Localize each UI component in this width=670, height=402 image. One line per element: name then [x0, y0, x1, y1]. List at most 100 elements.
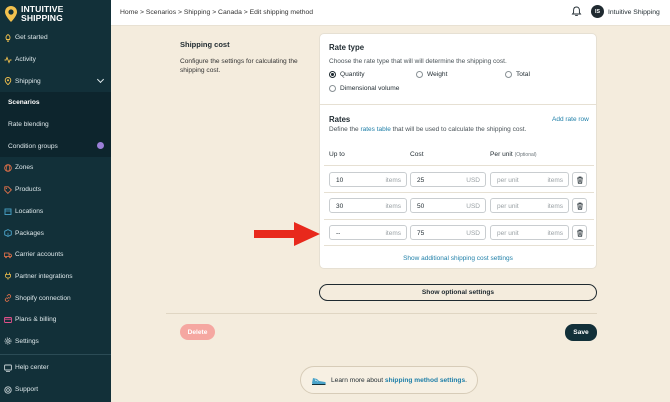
row-divider: [324, 165, 594, 166]
radio-dimensional-volume[interactable]: Dimensional volume: [329, 85, 399, 92]
delete-row-button[interactable]: [572, 225, 587, 240]
sidebar-item-help-center[interactable]: Help center: [0, 357, 111, 379]
up-to-input[interactable]: 10 items: [329, 172, 407, 187]
sidebar-item-label: Activity: [15, 56, 36, 64]
sidebar-item-label: Condition groups: [8, 142, 58, 150]
sidebar-item-scenarios[interactable]: Scenarios: [0, 92, 111, 114]
per-unit-input[interactable]: per unit items: [490, 198, 569, 213]
radio-quantity[interactable]: Quantity: [329, 71, 365, 78]
show-additional-settings-link[interactable]: Show additional shipping cost settings: [320, 255, 596, 262]
sidebar-item-shopify-connection[interactable]: Shopify connection: [0, 287, 111, 309]
radio-label: Weight: [427, 71, 448, 78]
globe-icon: [4, 164, 12, 172]
sidebar-item-label: Packages: [15, 229, 44, 237]
shipping-method-settings-link[interactable]: shipping method settings: [385, 377, 465, 384]
radio-total[interactable]: Total: [505, 71, 530, 78]
radio-unselected-icon: [505, 71, 512, 78]
footer-divider: [166, 313, 597, 314]
sidebar-item-support[interactable]: Support: [0, 379, 111, 401]
red-arrow-annotation: [254, 222, 320, 246]
per-unit-input[interactable]: per unit items: [490, 225, 569, 240]
show-optional-settings-button[interactable]: Show optional settings: [319, 284, 597, 301]
sidebar-bottom-nav: Help center Support: [0, 357, 111, 400]
sidebar-item-settings[interactable]: Settings: [0, 331, 111, 353]
section-description: Configure the settings for calculating t…: [180, 58, 298, 74]
rates-description: Define the rates table that will be used…: [329, 126, 527, 133]
activity-icon: [4, 55, 12, 64]
column-header-cost: Cost: [410, 151, 424, 158]
breadcrumb[interactable]: Home > Scenarios > Shipping > Canada > E…: [120, 9, 313, 16]
rate-type-description: Choose the rate type that will will dete…: [329, 58, 507, 65]
shipping-cost-card: Rate type Choose the rate type that will…: [319, 33, 597, 269]
sidebar-item-label: Zones: [15, 164, 34, 172]
sidebar-item-carrier-accounts[interactable]: Carrier accounts: [0, 244, 111, 266]
sidebar-item-partner-integrations[interactable]: Partner integrations: [0, 266, 111, 288]
sidebar-item-label: Rate blending: [8, 121, 49, 129]
row-divider: [324, 219, 594, 220]
up-to-input[interactable]: 30 items: [329, 198, 407, 213]
sidebar-item-label: Shopify connection: [15, 294, 71, 302]
support-icon: [4, 385, 12, 394]
card-divider: [320, 104, 596, 105]
add-rate-row-link[interactable]: Add rate row: [552, 116, 589, 123]
bell-icon[interactable]: [571, 6, 582, 17]
delete-row-button[interactable]: [572, 172, 587, 187]
column-header-per-unit: Per unit (Optional): [490, 151, 537, 158]
sidebar-item-condition-groups[interactable]: Condition groups: [0, 135, 111, 158]
sidebar-item-locations[interactable]: Locations: [0, 201, 111, 223]
sidebar-item-label: Help center: [15, 364, 49, 372]
sidebar-item-label: Products: [15, 186, 42, 194]
cost-input[interactable]: 75 USD: [410, 225, 486, 240]
up-to-input[interactable]: -- items: [329, 225, 407, 240]
row-divider: [324, 245, 594, 246]
sidebar-item-activity[interactable]: Activity: [0, 49, 111, 71]
sidebar-item-zones[interactable]: Zones: [0, 157, 111, 179]
radio-unselected-icon: [329, 85, 336, 92]
gear-icon: [4, 338, 12, 345]
sidebar-item-shipping[interactable]: Shipping: [0, 70, 111, 92]
rate-type-title: Rate type: [329, 43, 365, 52]
sidebar-item-label: Plans & billing: [15, 316, 57, 324]
sidebar-item-rate-blending[interactable]: Rate blending: [0, 113, 111, 136]
avatar[interactable]: IS: [591, 5, 604, 18]
sidebar-item-label: Partner integrations: [15, 272, 73, 280]
row-divider: [324, 192, 594, 193]
radio-weight[interactable]: Weight: [416, 71, 447, 78]
sidebar-item-plans-billing[interactable]: Plans & billing: [0, 309, 111, 331]
cost-input[interactable]: 25 USD: [410, 172, 486, 187]
rates-title: Rates: [329, 115, 351, 124]
optional-hint: (Optional): [514, 152, 537, 158]
sidebar-item-get-started[interactable]: Get started: [0, 27, 111, 49]
sidebar-item-label: Support: [15, 386, 39, 394]
learn-more-banner[interactable]: Learn more about shipping method setting…: [300, 366, 478, 394]
plug-icon: [5, 272, 11, 281]
sidebar-divider: [0, 354, 111, 355]
sidebar-nav: Get started Activity Shipping Scenarios …: [0, 27, 111, 352]
link-icon: [4, 294, 12, 302]
sidebar-item-label: Locations: [15, 207, 44, 215]
sidebar-item-label: Get started: [15, 34, 48, 42]
sidebar-item-packages[interactable]: Packages: [0, 222, 111, 244]
save-button[interactable]: Save: [565, 324, 597, 341]
help-icon: [4, 364, 12, 372]
per-unit-input[interactable]: per unit items: [490, 172, 569, 187]
sidebar-item-label: Shipping: [15, 77, 41, 85]
trash-icon: [576, 176, 583, 184]
user-name[interactable]: Intuitive Shipping: [608, 9, 660, 16]
radio-label: Dimensional volume: [340, 85, 400, 92]
rates-table-link[interactable]: rates table: [360, 126, 390, 133]
rocket-icon: [5, 33, 11, 42]
cost-input[interactable]: 50 USD: [410, 198, 486, 213]
sidebar-item-label: Settings: [15, 337, 39, 345]
status-badge: [97, 142, 104, 150]
sidebar-item-products[interactable]: Products: [0, 179, 111, 201]
sidebar-item-label: Carrier accounts: [15, 251, 64, 259]
trash-icon: [576, 202, 583, 210]
delete-button[interactable]: Delete: [180, 324, 215, 340]
app-logo[interactable]: INTUITIVE SHIPPING: [4, 3, 108, 24]
truck-icon: [4, 252, 12, 258]
delete-row-button[interactable]: [572, 198, 587, 213]
sidebar-item-label: Scenarios: [8, 99, 40, 107]
box-icon: [4, 229, 12, 237]
pin-icon: [4, 77, 12, 86]
